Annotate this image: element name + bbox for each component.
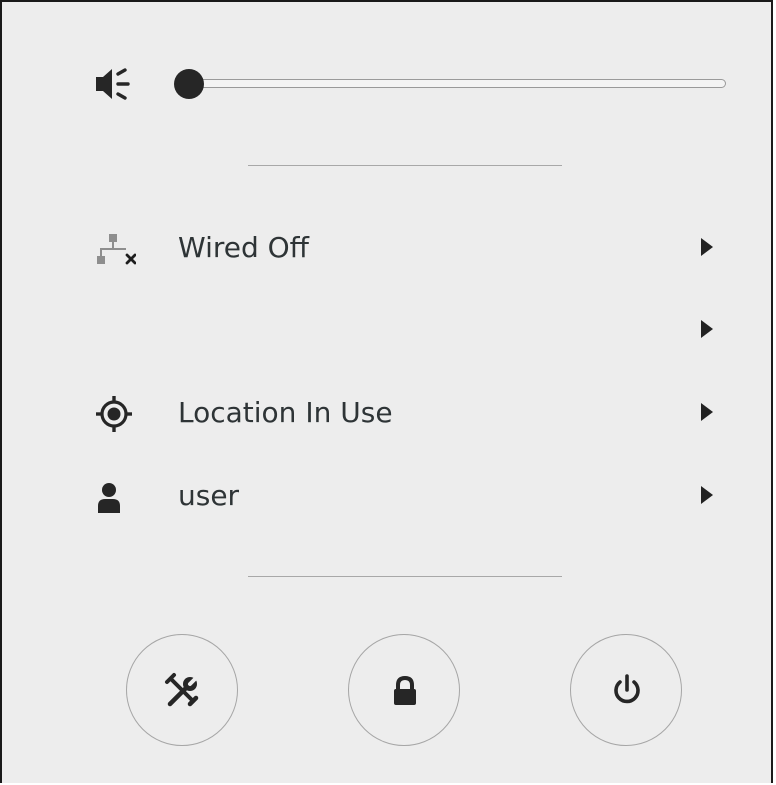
menu-item-label: Wired Off [178, 231, 309, 264]
submenu-arrow-icon [701, 238, 713, 256]
volume-slider[interactable] [174, 64, 726, 104]
power-icon [614, 674, 640, 704]
system-menu: Wired Off Location In Use user [0, 0, 773, 783]
lock-button[interactable] [348, 634, 460, 746]
volume-slider-knob[interactable] [174, 69, 204, 99]
submenu-arrow-icon [701, 486, 713, 504]
separator-top [248, 165, 562, 166]
lock-icon [394, 675, 416, 705]
menu-item-unlabeled[interactable] [4, 289, 773, 371]
settings-button[interactable] [126, 634, 238, 746]
separator-bottom [248, 576, 562, 577]
menu-item-label: Location In Use [178, 396, 393, 429]
network-wired-disconnected-icon [92, 227, 137, 271]
menu-item-location[interactable]: Location In Use [4, 372, 773, 454]
location-icon [92, 392, 136, 436]
submenu-arrow-icon [701, 403, 713, 421]
user-icon [92, 475, 136, 519]
settings-tools-icon [165, 673, 200, 707]
menu-item-user[interactable]: user [4, 455, 773, 537]
submenu-arrow-icon [701, 320, 713, 338]
power-button[interactable] [570, 634, 682, 746]
menu-item-wired[interactable]: Wired Off [4, 207, 773, 289]
audio-volume-muted-icon [94, 66, 134, 102]
volume-slider-track[interactable] [182, 79, 726, 88]
menu-item-label: user [178, 479, 240, 512]
